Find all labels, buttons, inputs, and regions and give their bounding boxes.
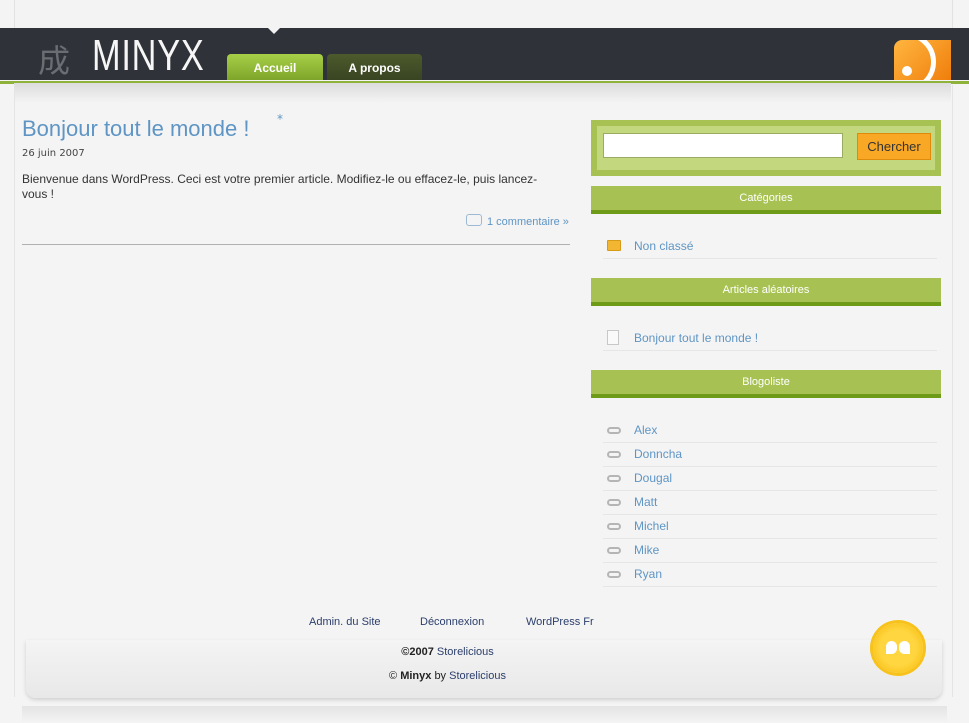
bottom-strip — [22, 706, 947, 723]
blogroll-item[interactable]: Ryan — [603, 562, 937, 587]
site-logo[interactable]: MINYX — [92, 28, 205, 84]
random-article-item[interactable]: Bonjour tout le monde ! — [603, 326, 937, 351]
footer-link-admin[interactable]: Admin. du Site — [309, 616, 381, 628]
post-content: Bienvenue dans WordPress. Ceci est votre… — [22, 172, 538, 201]
footer-copyright: ©2007 Storelicious — [0, 646, 895, 658]
blogroll-item[interactable]: Dougal — [603, 466, 937, 491]
folder-icon — [607, 240, 621, 251]
link-icon — [607, 571, 621, 578]
comments-link[interactable]: 1 commentaire » — [466, 214, 569, 228]
blogroll-item[interactable]: Alex — [603, 418, 937, 443]
badge-icon[interactable] — [873, 623, 923, 673]
widget-title-random-articles: Articles aléatoires — [591, 278, 941, 306]
credit-symbol: © — [389, 670, 398, 682]
credit-by: by — [434, 670, 447, 682]
comments-link-label: 1 commentaire » — [487, 216, 569, 228]
search-input[interactable] — [603, 133, 843, 158]
category-item[interactable]: Non classé — [603, 234, 937, 259]
footer-link-logout[interactable]: Déconnexion — [420, 616, 484, 628]
link-icon — [607, 547, 621, 554]
blogroll-label: Matt — [634, 495, 658, 509]
blogroll-label: Ryan — [634, 567, 663, 581]
copyright-year: ©2007 — [401, 646, 434, 658]
credit-link[interactable]: Storelicious — [449, 670, 506, 682]
blogroll-item[interactable]: Mike — [603, 538, 937, 563]
blogroll-label: Donncha — [634, 447, 683, 461]
widget-title-categories: Catégories — [591, 186, 941, 214]
blogroll-label: Alex — [634, 423, 658, 437]
post-date: 26 juin 2007 — [22, 148, 85, 159]
link-icon — [607, 475, 621, 482]
link-icon — [607, 523, 621, 530]
nav-tab-a-propos[interactable]: A propos — [327, 54, 422, 80]
page-icon — [607, 330, 619, 345]
search-widget: Chercher — [591, 120, 941, 176]
blogroll-item[interactable]: Donncha — [603, 442, 937, 467]
copyright-link[interactable]: Storelicious — [437, 646, 494, 658]
blogroll-item[interactable]: Matt — [603, 490, 937, 515]
post-title[interactable]: Bonjour tout le monde ! — [22, 116, 249, 142]
post-divider — [22, 244, 570, 245]
blogroll-label: Michel — [634, 519, 669, 533]
random-article-label: Bonjour tout le monde ! — [634, 331, 759, 345]
active-tab-notch — [268, 28, 280, 34]
link-icon — [607, 499, 621, 506]
footer-link-wordpress-fr[interactable]: WordPress Fr — [526, 616, 594, 628]
search-button[interactable]: Chercher — [857, 133, 931, 160]
top-strip — [14, 0, 953, 28]
blogroll-item[interactable]: Michel — [603, 514, 937, 539]
link-icon — [607, 427, 621, 434]
logo-kanji-icon: 成 — [38, 42, 71, 80]
blogroll-label: Dougal — [634, 471, 673, 485]
nav-tab-accueil[interactable]: Accueil — [227, 54, 323, 80]
credit-theme-name: Minyx — [400, 670, 432, 682]
link-icon — [607, 451, 621, 458]
blogroll-label: Mike — [634, 543, 660, 557]
comment-bubble-icon — [466, 214, 482, 226]
widget-title-blogroll: Blogoliste — [591, 370, 941, 398]
post-title-mark: * — [277, 112, 283, 126]
category-label: Non classé — [634, 239, 694, 253]
rss-feed-icon[interactable] — [894, 40, 951, 80]
footer-credit: © Minyx by Storelicious — [0, 670, 895, 682]
